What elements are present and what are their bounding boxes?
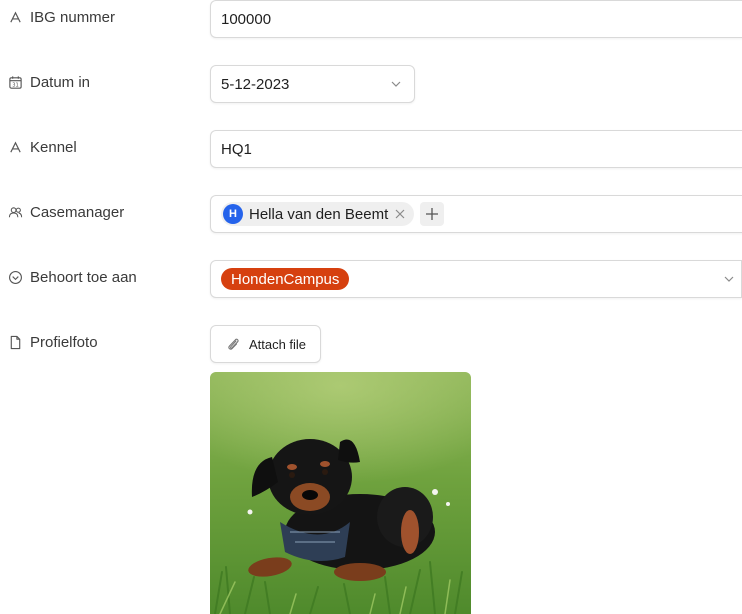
plus-icon (426, 208, 439, 220)
ibg-label-text: IBG nummer (30, 9, 116, 26)
puppy-photo[interactable] (210, 372, 471, 614)
calendar-icon: 31 (8, 75, 23, 90)
user-chip-name: Hella van den Beemt (249, 205, 389, 223)
add-user-button[interactable] (420, 202, 445, 226)
close-icon[interactable] (394, 208, 406, 220)
kennel-label: Kennel (8, 139, 77, 156)
paperclip-icon (225, 336, 241, 352)
ibg-value: 100000 (221, 10, 272, 28)
chevron-down-icon (390, 78, 402, 90)
profielfoto-label-text: Profielfoto (30, 334, 98, 351)
datum-label: 31 Datum in (8, 74, 90, 91)
file-icon (8, 335, 23, 350)
casemanager-field[interactable]: H Hella van den Beemt (210, 195, 742, 233)
attach-file-label: Attach file (248, 336, 307, 352)
profielfoto-label: Profielfoto (8, 334, 98, 351)
datum-picker[interactable]: 5-12-2023 (210, 65, 415, 103)
behoort-label-text: Behoort toe aan (30, 269, 137, 286)
text-type-icon (8, 10, 23, 25)
datum-label-text: Datum in (30, 74, 91, 91)
kennel-value: HQ1 (221, 140, 252, 158)
kennel-label-text: Kennel (30, 139, 77, 156)
status-badge: HondenCampus (221, 268, 350, 290)
svg-text:31: 31 (12, 83, 19, 89)
kennel-input[interactable]: HQ1 (210, 130, 742, 168)
chevron-down-icon (723, 273, 735, 285)
attach-file-button[interactable]: Attach file (210, 325, 321, 363)
dropdown-circle-icon (8, 270, 23, 285)
casemanager-label-text: Casemanager (30, 204, 125, 221)
users-icon (8, 205, 23, 220)
behoort-label: Behoort toe aan (8, 269, 137, 286)
avatar: H (223, 204, 243, 224)
record-form: IBG nummer 100000 31 Datum in 5-12-2023 … (0, 0, 742, 614)
ibg-label: IBG nummer (8, 9, 115, 26)
ibg-input[interactable]: 100000 (210, 0, 742, 38)
user-chip[interactable]: H Hella van den Beemt (221, 202, 415, 226)
casemanager-label: Casemanager (8, 204, 124, 221)
datum-value: 5-12-2023 (221, 75, 290, 93)
behoort-select[interactable]: HondenCampus (210, 260, 742, 298)
text-type-icon (8, 140, 23, 155)
